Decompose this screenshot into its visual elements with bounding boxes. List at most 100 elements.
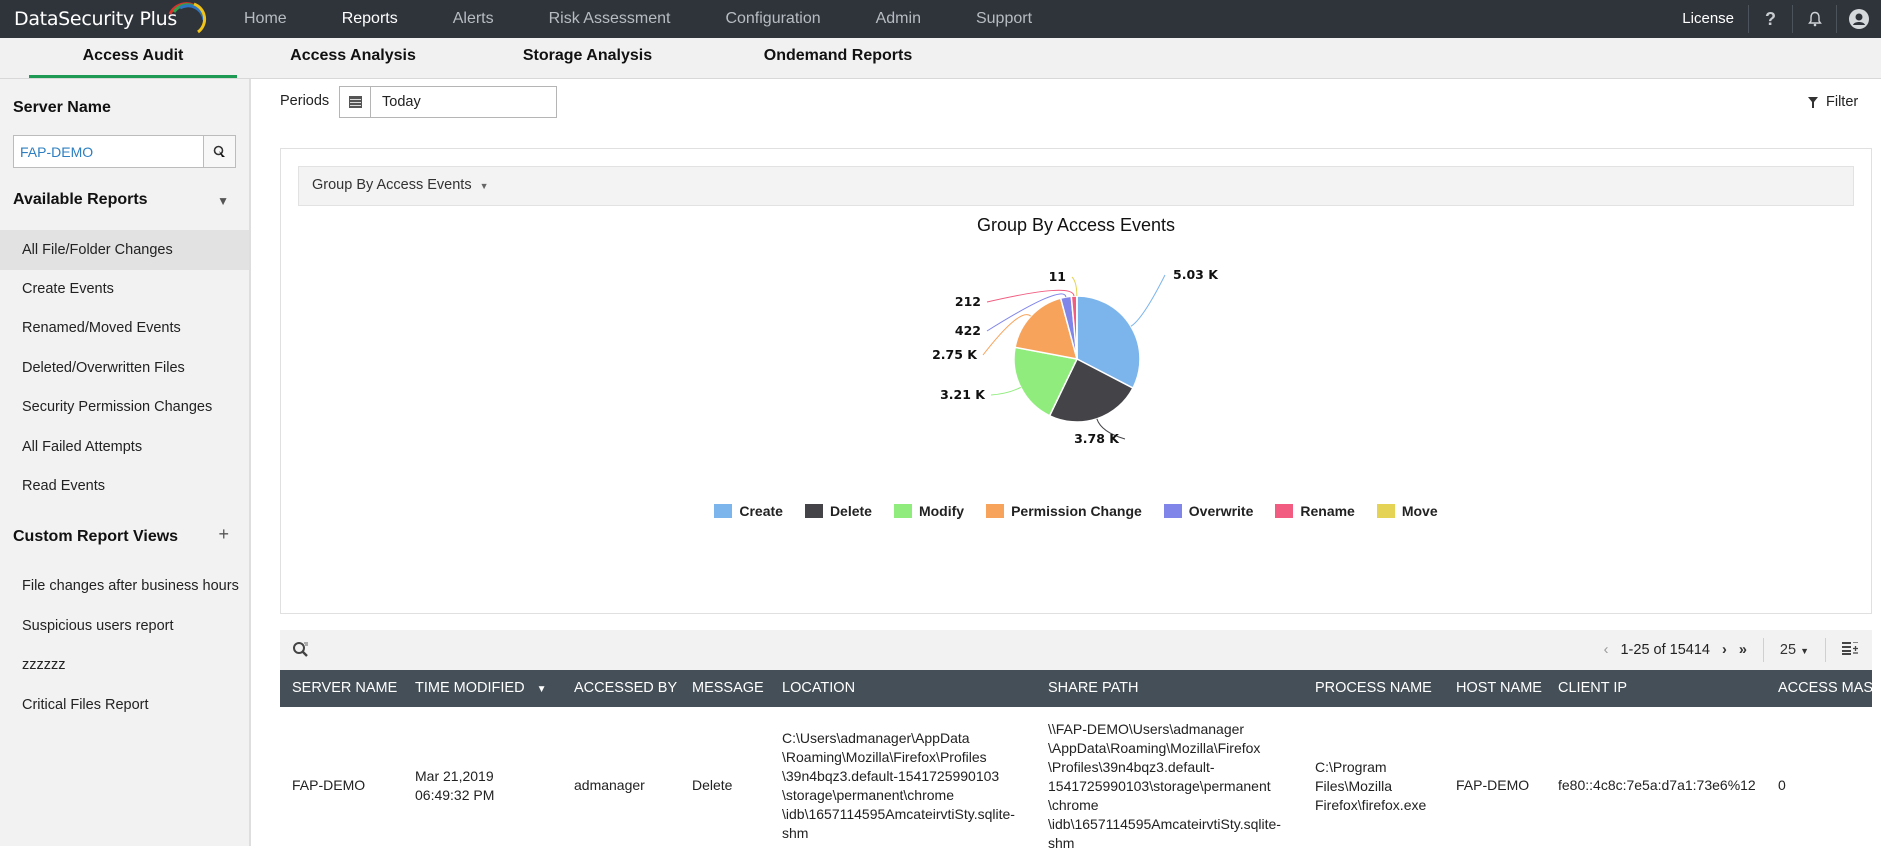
share-path-line: 1541725990103\storage\permanent xyxy=(1048,777,1281,796)
legend-item-move[interactable]: Move xyxy=(1377,503,1438,519)
location-line: \Roaming\Mozilla\Firefox\Profiles xyxy=(782,748,1015,767)
tab-storage-analysis[interactable]: Storage Analysis xyxy=(500,38,675,78)
data-label: 3.78 K xyxy=(1074,431,1120,446)
filter-button[interactable]: Filter xyxy=(1808,94,1858,110)
cell-message: Delete xyxy=(692,776,732,795)
user-avatar-icon[interactable] xyxy=(1837,5,1881,33)
nav-risk-assessment[interactable]: Risk Assessment xyxy=(549,0,671,38)
cell-date: Mar 21,2019 xyxy=(415,767,494,786)
legend-item-delete[interactable]: Delete xyxy=(805,503,872,519)
col-process-name[interactable]: PROCESS NAME xyxy=(1315,670,1432,707)
next-page-icon[interactable]: › xyxy=(1716,642,1733,658)
col-host-name[interactable]: HOST NAME xyxy=(1456,670,1542,707)
location-line: C:\Users\admanager\AppData xyxy=(782,729,1015,748)
nav-alerts[interactable]: Alerts xyxy=(453,0,494,38)
dropdown-caret-icon: ▼ xyxy=(1800,646,1809,656)
custom-view-item[interactable]: File changes after business hours xyxy=(0,566,249,606)
share-path-line: \\FAP-DEMO\Users\admanager xyxy=(1048,720,1281,739)
legend-swatch xyxy=(1377,504,1395,518)
calendar-icon[interactable] xyxy=(340,87,371,117)
sidebar-item-all-file-folder-changes[interactable]: All File/Folder Changes xyxy=(0,230,249,270)
share-path-line: \chrome xyxy=(1048,796,1281,815)
table-row[interactable]: FAP-DEMO Mar 21,2019 06:49:32 PM admanag… xyxy=(280,707,1872,846)
license-link[interactable]: License xyxy=(1682,5,1749,33)
table-search-icon[interactable] xyxy=(292,641,309,663)
server-picker-button[interactable] xyxy=(203,136,235,167)
cell-share-path: \\FAP-DEMO\Users\admanager \AppData\Roam… xyxy=(1048,720,1281,853)
table-header: SERVER NAME TIME MODIFIED ▼ ACCESSED BY … xyxy=(280,670,1872,707)
pagination: ‹ 1-25 of 15414 › » 25 ▼ xyxy=(1598,630,1872,670)
process-line: Files\Mozilla xyxy=(1315,777,1426,796)
last-page-icon[interactable]: » xyxy=(1733,642,1753,658)
period-selector[interactable]: Today xyxy=(339,86,557,118)
data-label: 2.75 K xyxy=(932,347,978,362)
server-name-field xyxy=(13,135,236,168)
column-chooser-icon[interactable] xyxy=(1836,642,1872,659)
legend-swatch xyxy=(894,504,912,518)
bell-icon[interactable] xyxy=(1793,5,1837,33)
tab-access-analysis[interactable]: Access Analysis xyxy=(268,38,438,78)
col-message[interactable]: MESSAGE xyxy=(692,670,764,707)
col-location[interactable]: LOCATION xyxy=(782,670,855,707)
periods-label: Periods xyxy=(280,93,329,109)
col-share-path[interactable]: SHARE PATH xyxy=(1048,670,1139,707)
location-line: shm xyxy=(782,824,1015,843)
brand-logo[interactable]: DataSecurity Plus xyxy=(14,0,177,38)
nav-support[interactable]: Support xyxy=(976,0,1032,38)
help-icon[interactable]: ? xyxy=(1749,5,1793,33)
sidebar-item-create-events[interactable]: Create Events xyxy=(0,269,249,309)
filter-label: Filter xyxy=(1826,94,1858,110)
cell-process-name: C:\Program Files\Mozilla Firefox\firefox… xyxy=(1315,758,1426,815)
cell-location: C:\Users\admanager\AppData \Roaming\Mozi… xyxy=(782,729,1015,843)
legend-item-overwrite[interactable]: Overwrite xyxy=(1164,503,1254,519)
legend-item-create[interactable]: Create xyxy=(714,503,783,519)
add-custom-view-icon[interactable]: + xyxy=(218,524,229,545)
table-toolbar: ‹ 1-25 of 15414 › » 25 ▼ xyxy=(280,630,1872,670)
col-access-mask[interactable]: ACCESS MASK xyxy=(1778,670,1881,707)
col-accessed-by[interactable]: ACCESSED BY xyxy=(574,670,677,707)
legend-swatch xyxy=(805,504,823,518)
server-name-input[interactable] xyxy=(14,136,203,167)
data-label: 3.21 K xyxy=(940,387,986,402)
legend-item-rename[interactable]: Rename xyxy=(1275,503,1354,519)
prev-page-icon[interactable]: ‹ xyxy=(1598,642,1615,658)
sidebar-item-all-failed-attempts[interactable]: All Failed Attempts xyxy=(0,427,249,467)
data-label: 11 xyxy=(1049,269,1066,284)
page-size-select[interactable]: 25 ▼ xyxy=(1774,642,1815,658)
legend-label: Overwrite xyxy=(1189,503,1254,519)
col-client-ip[interactable]: CLIENT IP xyxy=(1558,670,1627,707)
sidebar-item-renamed-moved-events[interactable]: Renamed/Moved Events xyxy=(0,308,249,348)
collapse-caret-icon[interactable]: ▼ xyxy=(217,194,229,208)
col-time-modified[interactable]: TIME MODIFIED ▼ xyxy=(415,670,547,708)
nav-admin[interactable]: Admin xyxy=(876,0,921,38)
custom-view-item[interactable]: Suspicious users report xyxy=(0,606,249,646)
process-line: C:\Program xyxy=(1315,758,1426,777)
col-server-name[interactable]: SERVER NAME xyxy=(292,670,397,707)
nav-reports[interactable]: Reports xyxy=(342,0,398,38)
custom-view-item[interactable]: Critical Files Report xyxy=(0,685,249,725)
page-range: 1-25 of 15414 xyxy=(1614,642,1716,658)
data-label: 5.03 K xyxy=(1173,267,1219,282)
sidebar-item-security-permission-changes[interactable]: Security Permission Changes xyxy=(0,387,249,427)
top-navigation-bar: DataSecurity Plus Home Reports Alerts Ri… xyxy=(0,0,1881,38)
legend-item-modify[interactable]: Modify xyxy=(894,503,964,519)
location-line: \39n4bqz3.default-1541725990103 xyxy=(782,767,1015,786)
nav-configuration[interactable]: Configuration xyxy=(725,0,820,38)
location-line: \idb\1657114595AmcateirvtiSty.sqlite- xyxy=(782,805,1015,824)
location-line: \storage\permanent\chrome xyxy=(782,786,1015,805)
tab-ondemand-reports[interactable]: Ondemand Reports xyxy=(740,38,936,78)
data-label: 212 xyxy=(955,294,981,309)
legend-label: Modify xyxy=(919,503,964,519)
cell-time: 06:49:32 PM xyxy=(415,786,494,805)
report-subtabs: Access Audit Access Analysis Storage Ana… xyxy=(0,38,1881,79)
custom-view-item[interactable]: zzzzzz xyxy=(0,645,249,685)
tab-access-audit[interactable]: Access Audit xyxy=(29,38,237,78)
legend-item-permission-change[interactable]: Permission Change xyxy=(986,503,1142,519)
sidebar-item-read-events[interactable]: Read Events xyxy=(0,466,249,506)
sidebar-item-deleted-overwritten-files[interactable]: Deleted/Overwritten Files xyxy=(0,348,249,388)
col-time-modified-label: TIME MODIFIED xyxy=(415,680,525,696)
legend-swatch xyxy=(986,504,1004,518)
cell-accessed-by: admanager xyxy=(574,776,645,795)
page-size-value: 25 xyxy=(1780,642,1796,658)
nav-home[interactable]: Home xyxy=(244,0,287,38)
